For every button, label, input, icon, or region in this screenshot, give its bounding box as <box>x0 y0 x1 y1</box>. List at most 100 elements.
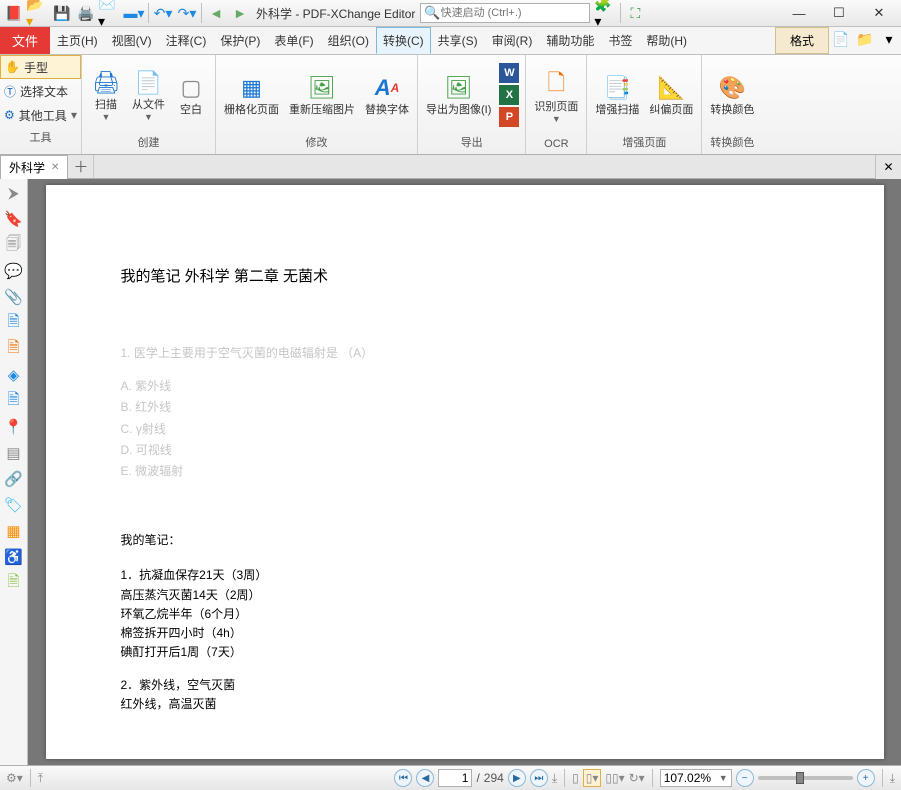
continuous-icon[interactable]: ▯▾ <box>583 769 602 787</box>
fields-icon[interactable]: 🗎 <box>4 313 24 333</box>
zoom-in-button[interactable]: + <box>857 769 875 787</box>
quick-launch-search[interactable]: 🔍 <box>420 3 590 23</box>
attachments-icon[interactable]: 📎 <box>4 287 24 307</box>
maximize-button[interactable]: ☐ <box>819 0 859 27</box>
document-tab[interactable]: 外科学 ✕ <box>0 155 68 179</box>
format-tab[interactable]: 格式 <box>775 27 829 54</box>
recompress-button[interactable]: 🖼重新压缩图片 <box>285 70 359 118</box>
scan-qa-icon[interactable]: ▬▾ <box>122 1 146 25</box>
export-image-button[interactable]: 🖼导出为图像(I) <box>422 70 495 118</box>
rotate-view-icon[interactable]: ↻▾ <box>629 771 645 785</box>
nav-fwd-icon[interactable]: ► <box>228 1 252 25</box>
menu-view[interactable]: 视图(V) <box>105 27 159 54</box>
text-select-icon: Ⓣ <box>4 83 16 100</box>
side-panel: ⮞ 🔖 🗐 💬 📎 🗎 🗎 ◈ 🗎 📍 ▤ 🔗 🏷 ▦ ♿ 🗎 <box>0 179 28 765</box>
open-icon[interactable]: 📂▾ <box>26 1 50 25</box>
content-icon[interactable]: 🗎 <box>4 391 24 411</box>
menu-comment[interactable]: 注释(C) <box>159 27 214 54</box>
links-icon[interactable]: 🔗 <box>4 469 24 489</box>
menu-accessibility[interactable]: 辅助功能 <box>539 27 601 54</box>
mail-icon[interactable]: ✉️▾ <box>98 1 122 25</box>
option-e: E. 微波辐射 <box>121 462 809 481</box>
redo-icon[interactable]: ↷▾ <box>175 1 199 25</box>
minimize-button[interactable]: — <box>779 0 819 27</box>
save-icon[interactable]: 💾 <box>50 1 74 25</box>
bookmark-panel-icon[interactable]: 🔖 <box>4 209 24 229</box>
undo-icon[interactable]: ↶▾ <box>151 1 175 25</box>
properties-icon[interactable]: ▦ <box>4 521 24 541</box>
tabbar-close-button[interactable]: ✕ <box>875 155 901 179</box>
pan-zoom-icon[interactable]: ▤ <box>4 443 24 463</box>
rasterize-button[interactable]: ▦栅格化页面 <box>220 70 283 118</box>
tools-group-label: 工具 <box>0 127 81 147</box>
comments-panel-icon[interactable]: 💬 <box>4 261 24 281</box>
destinations-icon[interactable]: 📍 <box>4 417 24 437</box>
menu-help[interactable]: 帮助(H) <box>639 27 694 54</box>
menu-bookmarks[interactable]: 书签 <box>601 27 639 54</box>
folder-icon[interactable]: 📁 <box>853 27 877 51</box>
ruler-end-icon[interactable]: ⤓ <box>552 771 557 786</box>
ocr-button[interactable]: 🗋识别页面▼ <box>530 67 582 125</box>
last-page-button[interactable]: ⏭ <box>530 769 548 787</box>
zoom-combo[interactable]: 107.02%▼ <box>660 769 732 787</box>
scan-button[interactable]: 🖨扫描▼ <box>86 65 126 123</box>
prev-page-button[interactable]: ◀ <box>416 769 434 787</box>
page-number-input[interactable] <box>438 769 472 787</box>
close-button[interactable]: ✕ <box>859 0 899 27</box>
search-icon: 🔍 <box>424 5 440 21</box>
note-line: 红外线，高温灭菌 <box>121 695 809 714</box>
select-text-tool[interactable]: Ⓣ选择文本 <box>0 79 81 103</box>
document-tab-label: 外科学 <box>9 159 45 176</box>
modify-group: ▦栅格化页面 🖼重新压缩图片 AA替换字体 修改 <box>216 55 418 154</box>
file-menu[interactable]: 文件 <box>0 27 50 54</box>
other-tools[interactable]: ⚙其他工具▾ <box>0 103 81 127</box>
single-page-icon[interactable]: ▯ <box>572 771 579 785</box>
next-page-button[interactable]: ▶ <box>508 769 526 787</box>
export-excel-icon[interactable]: X <box>499 85 519 105</box>
zoom-slider[interactable] <box>758 776 853 780</box>
menu-more-icon[interactable]: ▾ <box>877 27 901 51</box>
ruler-end2-icon[interactable]: ⤓ <box>890 771 895 786</box>
menu-organize[interactable]: 组织(O) <box>321 27 376 54</box>
zoom-out-button[interactable]: − <box>736 769 754 787</box>
first-page-button[interactable]: ⏮ <box>394 769 412 787</box>
nav-back-icon[interactable]: ◄ <box>204 1 228 25</box>
ui-options-icon[interactable]: 🧩▾ <box>594 1 618 25</box>
convert-color-button[interactable]: 🎨转换颜色 <box>706 70 758 118</box>
add-tab-button[interactable]: ＋ <box>68 155 94 178</box>
facing-icon[interactable]: ▯▯▾ <box>605 771 624 785</box>
ruler-start-icon[interactable]: ⤒ <box>38 771 43 786</box>
document-viewport[interactable]: 我的笔记 外科学 第二章 无菌术 1. 医学上主要用于空气灭菌的电磁辐射是 （A… <box>28 179 901 765</box>
layers-icon[interactable]: ◈ <box>4 365 24 385</box>
options-icon[interactable]: ⚙▾ <box>6 771 23 785</box>
thumbnails-icon[interactable]: 🗐 <box>4 235 24 255</box>
menu-protect[interactable]: 保护(P) <box>213 27 267 54</box>
hand-tool[interactable]: ✋手型 <box>0 55 81 79</box>
tags-panel-icon[interactable]: 🏷 <box>4 495 24 515</box>
menu-review[interactable]: 审阅(R) <box>485 27 540 54</box>
note-line: 2．紫外线，空气灭菌 <box>121 676 809 695</box>
deskew-button[interactable]: 📐纠偏页面 <box>645 70 697 118</box>
fullscreen-icon[interactable]: ⛶ <box>623 1 647 25</box>
export-ppt-icon[interactable]: P <box>499 107 519 127</box>
menu-home[interactable]: 主页(H) <box>50 27 105 54</box>
close-tab-icon[interactable]: ✕ <box>51 162 59 173</box>
replace-fonts-button[interactable]: AA替换字体 <box>361 70 413 118</box>
signatures-icon[interactable]: 🗎 <box>4 339 24 359</box>
accessibility-icon[interactable]: ♿ <box>4 547 24 567</box>
font-icon: AA <box>371 72 403 104</box>
menu-form[interactable]: 表单(F) <box>267 27 320 54</box>
export-word-icon[interactable]: W <box>499 63 519 83</box>
blank-button[interactable]: ▢空白 <box>171 70 211 118</box>
print-icon[interactable]: 🖨️ <box>74 1 98 25</box>
sb-arrow-icon[interactable]: ⮞ <box>4 183 24 203</box>
share-doc-icon[interactable]: 📄 <box>829 27 853 51</box>
enhance-scan-button[interactable]: 📑增强扫描 <box>591 70 643 118</box>
zoom-slider-thumb[interactable] <box>796 772 804 784</box>
quick-launch-input[interactable] <box>441 7 581 19</box>
zoom-value: 107.02% <box>664 771 711 785</box>
order-panel-icon[interactable]: 🗎 <box>4 573 24 593</box>
menu-share[interactable]: 共享(S) <box>431 27 485 54</box>
from-file-button[interactable]: 📄从文件▼ <box>128 65 169 123</box>
menu-convert[interactable]: 转换(C) <box>376 27 431 54</box>
